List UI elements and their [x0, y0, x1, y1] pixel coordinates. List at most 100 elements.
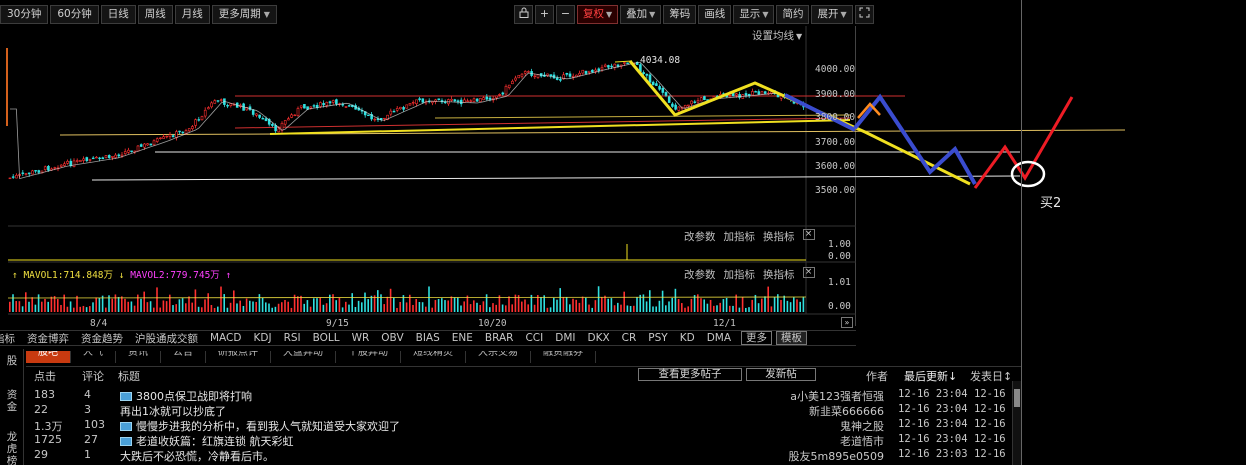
- indicator-tab[interactable]: 资金趋势: [75, 331, 129, 346]
- indicator-tab-cci[interactable]: CCI: [519, 332, 549, 344]
- change-params-button[interactable]: 改参数: [684, 267, 716, 282]
- candle-body: [31, 170, 34, 175]
- volume-bar: [434, 300, 437, 312]
- indicator-tab-dma[interactable]: DMA: [701, 332, 737, 344]
- change-params-button[interactable]: 改参数: [684, 229, 716, 244]
- tab-news[interactable]: 资讯: [116, 351, 161, 363]
- indicator-tab-obv[interactable]: OBV: [375, 332, 409, 344]
- more-posts-button[interactable]: 查看更多帖子: [638, 368, 742, 381]
- table-row[interactable]: 1.3万 103 慢慢步进我的分析中，看到我人气就知道受大家欢迎了 鬼神之股 1…: [26, 418, 1010, 434]
- table-row[interactable]: 29 1 大跌后不必恐慌，冷静看后市。 股友5m895e0509 12-16 2…: [26, 448, 1010, 464]
- close-icon[interactable]: ×: [802, 267, 815, 278]
- candle-body: [149, 143, 153, 146]
- post-author[interactable]: a小美123强者恒强: [790, 388, 884, 404]
- post-author[interactable]: 股友5m895e0509: [789, 448, 884, 464]
- volume-bar: [396, 307, 398, 312]
- post-title[interactable]: 慢慢步进我的分析中，看到我人气就知道受大家欢迎了: [120, 418, 400, 434]
- y-tick: 3800.00: [815, 112, 856, 123]
- tab-block-trade[interactable]: 大宗交易: [466, 351, 531, 363]
- tab-stock-move[interactable]: 个股异动: [336, 351, 401, 363]
- more-indicators-button[interactable]: 更多: [741, 331, 773, 345]
- tab-margin[interactable]: 融资融券: [531, 351, 596, 363]
- trend-line[interactable]: [59, 129, 1126, 136]
- indicator-tab-brar[interactable]: BRAR: [479, 332, 520, 344]
- volume-bar: [143, 291, 145, 312]
- wave-drawing[interactable]: [628, 60, 971, 186]
- tab-short-term[interactable]: 短线精灵: [401, 351, 466, 363]
- side-tab-fund[interactable]: 资金: [6, 389, 18, 413]
- candle-body: [261, 118, 265, 120]
- support-line[interactable]: [91, 175, 1021, 181]
- tab-announcement[interactable]: 公告: [161, 351, 206, 363]
- channel-line[interactable]: [434, 114, 851, 119]
- volume-bar: [405, 302, 408, 312]
- indicator-tab[interactable]: 资金博弈: [21, 331, 75, 346]
- table-row[interactable]: 1725 27 老道收妖篇：红旗连锁 航天彩虹 老道悟市 12-16 23:04…: [26, 433, 1010, 449]
- switch-indicator-button[interactable]: 换指标: [763, 229, 795, 244]
- forum-scrollbar[interactable]: [1012, 381, 1021, 465]
- post-title[interactable]: 再出1冰就可以抄底了: [120, 403, 226, 419]
- volume-bar: [98, 297, 101, 312]
- side-tab-dragon-tiger[interactable]: 龙虎榜: [6, 431, 18, 465]
- post-title[interactable]: 3800点保卫战即将打响: [120, 388, 252, 404]
- candle-body: [309, 106, 313, 109]
- template-button[interactable]: 模板: [776, 331, 808, 345]
- indicator-tab-macd[interactable]: MACD: [204, 332, 247, 344]
- volume-bar: [620, 304, 622, 312]
- post-author[interactable]: 新韭菜666666: [809, 403, 884, 419]
- header-clicks[interactable]: 点击: [34, 368, 56, 384]
- scroll-right-button[interactable]: »: [841, 317, 853, 328]
- add-indicator-button[interactable]: 加指标: [724, 267, 756, 282]
- projection-wave[interactable]: [853, 93, 977, 185]
- tab-market-move[interactable]: 大盘异动: [271, 351, 336, 363]
- candle-body: [603, 64, 607, 67]
- post-author[interactable]: 老道悟市: [840, 433, 884, 449]
- header-last-update[interactable]: 最后更新↓: [904, 368, 957, 384]
- indicator-actions-1: 改参数 加指标 换指标 ×: [684, 229, 815, 244]
- indicator-tab-dmi[interactable]: DMI: [549, 332, 581, 344]
- indicator-tab-kdj[interactable]: KDJ: [247, 332, 277, 344]
- ma-setting-dropdown[interactable]: 设置均线 ▼: [752, 28, 802, 43]
- close-icon[interactable]: ×: [802, 229, 815, 240]
- tab-guba[interactable]: 股吧: [26, 351, 71, 363]
- indicator-tab-kd[interactable]: KD: [674, 332, 701, 344]
- volume-bar: [140, 298, 142, 312]
- candle-body: [578, 72, 581, 76]
- volume-bar: [169, 294, 171, 312]
- tab-research[interactable]: 研报点评: [206, 351, 271, 363]
- new-post-button[interactable]: 发新帖: [746, 368, 816, 381]
- table-row[interactable]: 22 3 再出1冰就可以抄底了 新韭菜666666 12-16 23:04 12…: [26, 403, 1010, 419]
- post-title[interactable]: 老道收妖篇：红旗连锁 航天彩虹: [120, 433, 294, 449]
- indicator-tab-dkx[interactable]: DKX: [581, 332, 615, 344]
- post-author[interactable]: 鬼神之股: [840, 418, 884, 434]
- indicator-tab-ene[interactable]: ENE: [446, 332, 479, 344]
- indicator-tab-cr[interactable]: CR: [616, 332, 643, 344]
- candle-body: [178, 130, 181, 133]
- indicator-tab[interactable]: 沪股通成交额: [129, 331, 204, 346]
- volume-bar: [370, 295, 373, 312]
- candle-body: [322, 103, 325, 106]
- table-row[interactable]: 183 4 3800点保卫战即将打响 a小美123强者恒强 12-16 23:0…: [26, 388, 1010, 404]
- candle-body: [335, 99, 338, 105]
- candle-body: [367, 114, 370, 117]
- candle-body: [107, 155, 111, 158]
- projection-wave-red[interactable]: [973, 96, 1074, 189]
- scrollbar-thumb[interactable]: [1014, 389, 1020, 407]
- candle-body: [658, 86, 661, 90]
- indicator-tab-bias[interactable]: BIAS: [410, 332, 446, 344]
- volume-bar: [601, 297, 603, 312]
- header-comments[interactable]: 评论: [82, 368, 104, 384]
- side-tab-stock[interactable]: 股: [4, 355, 20, 367]
- tab-popularity[interactable]: 人气: [71, 351, 116, 363]
- volume-bar: [274, 306, 277, 312]
- indicator-tab-boll[interactable]: BOLL: [307, 332, 346, 344]
- volume-bar: [85, 307, 88, 312]
- indicator-tab[interactable]: 指标: [0, 331, 21, 346]
- header-post-date[interactable]: 发表日↕: [970, 368, 1012, 384]
- post-title[interactable]: 大跌后不必恐慌，冷静看后市。: [120, 448, 274, 464]
- indicator-tab-wr[interactable]: WR: [346, 332, 376, 344]
- indicator-tab-rsi[interactable]: RSI: [278, 332, 307, 344]
- indicator-tab-psy[interactable]: PSY: [642, 332, 673, 344]
- switch-indicator-button[interactable]: 换指标: [763, 267, 795, 282]
- add-indicator-button[interactable]: 加指标: [724, 229, 756, 244]
